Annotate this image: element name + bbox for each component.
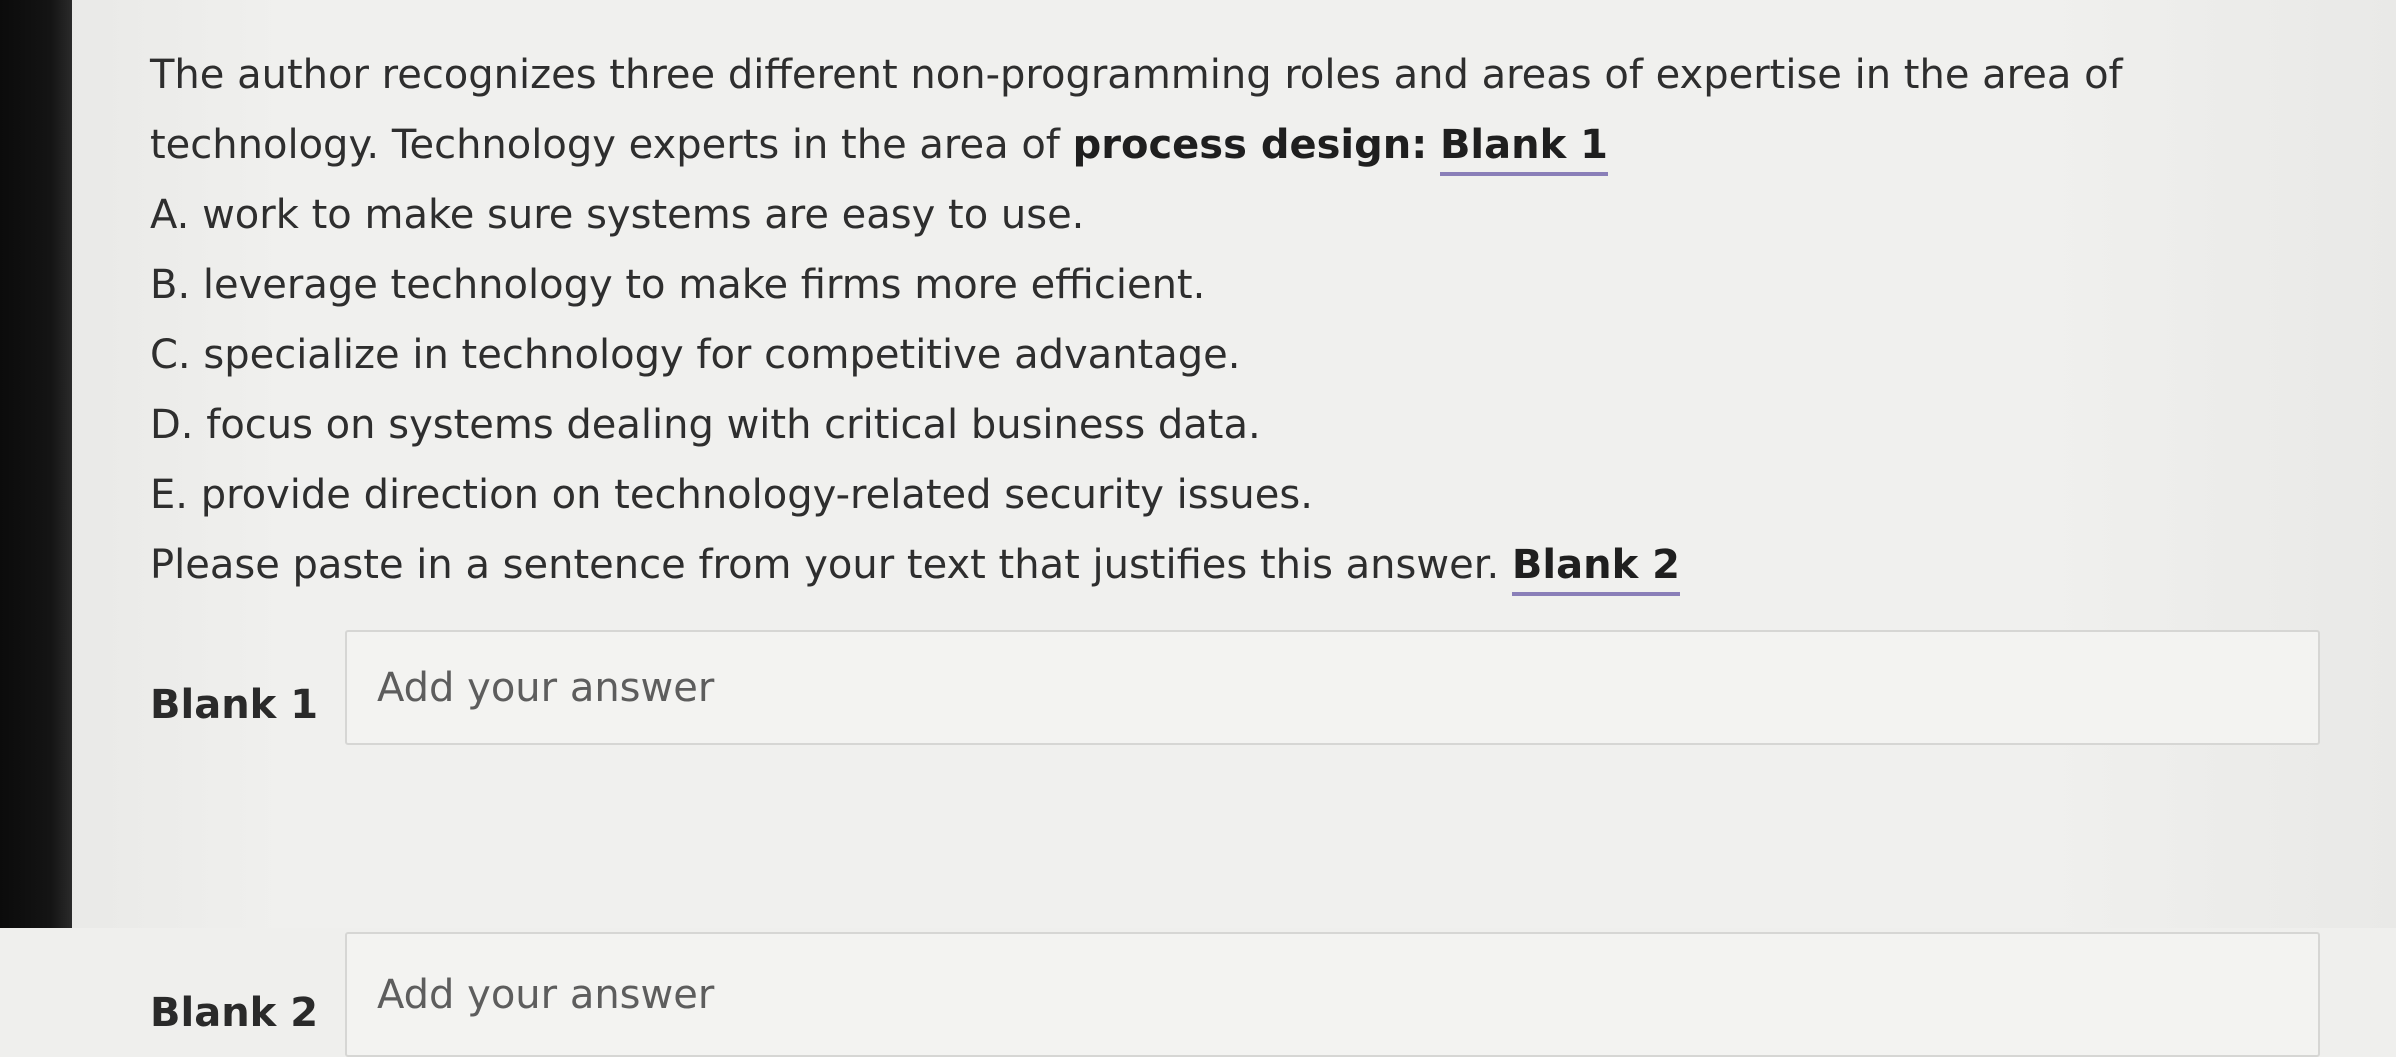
- justify-prompt-text: Please paste in a sentence from your tex…: [150, 542, 1512, 588]
- justify-prompt: Please paste in a sentence from your tex…: [150, 530, 2250, 600]
- question-line-2-text: technology. Technology experts in the ar…: [150, 122, 1073, 168]
- question-line-2: technology. Technology experts in the ar…: [150, 110, 2250, 180]
- blank-2-label: Blank 2: [150, 990, 319, 1036]
- blank-1-label: Blank 1: [150, 682, 319, 728]
- blank-1-row: Blank 1: [150, 630, 2330, 780]
- blank-1-input[interactable]: [345, 630, 2320, 745]
- blank-2-input[interactable]: [345, 932, 2320, 1057]
- process-design-term: process design:: [1072, 122, 1428, 168]
- blank-2-reference[interactable]: Blank 2: [1511, 542, 1680, 596]
- option-a: A. work to make sure systems are easy to…: [150, 192, 1085, 238]
- screen-edge: [0, 0, 72, 928]
- option-c: C. specialize in technology for competit…: [150, 332, 1241, 378]
- option-e: E. provide direction on technology-relat…: [150, 472, 1313, 518]
- blank-1-reference[interactable]: Blank 1: [1439, 122, 1608, 176]
- option-b: B. leverage technology to make firms mor…: [150, 262, 1206, 308]
- question-text: The author recognizes three different no…: [150, 40, 2250, 600]
- question-line-1: The author recognizes three different no…: [150, 52, 2123, 98]
- answer-section: Blank 1 Blank 2: [150, 630, 2330, 1057]
- blank-2-row: Blank 2: [150, 780, 2330, 1057]
- option-d: D. focus on systems dealing with critica…: [150, 402, 1261, 448]
